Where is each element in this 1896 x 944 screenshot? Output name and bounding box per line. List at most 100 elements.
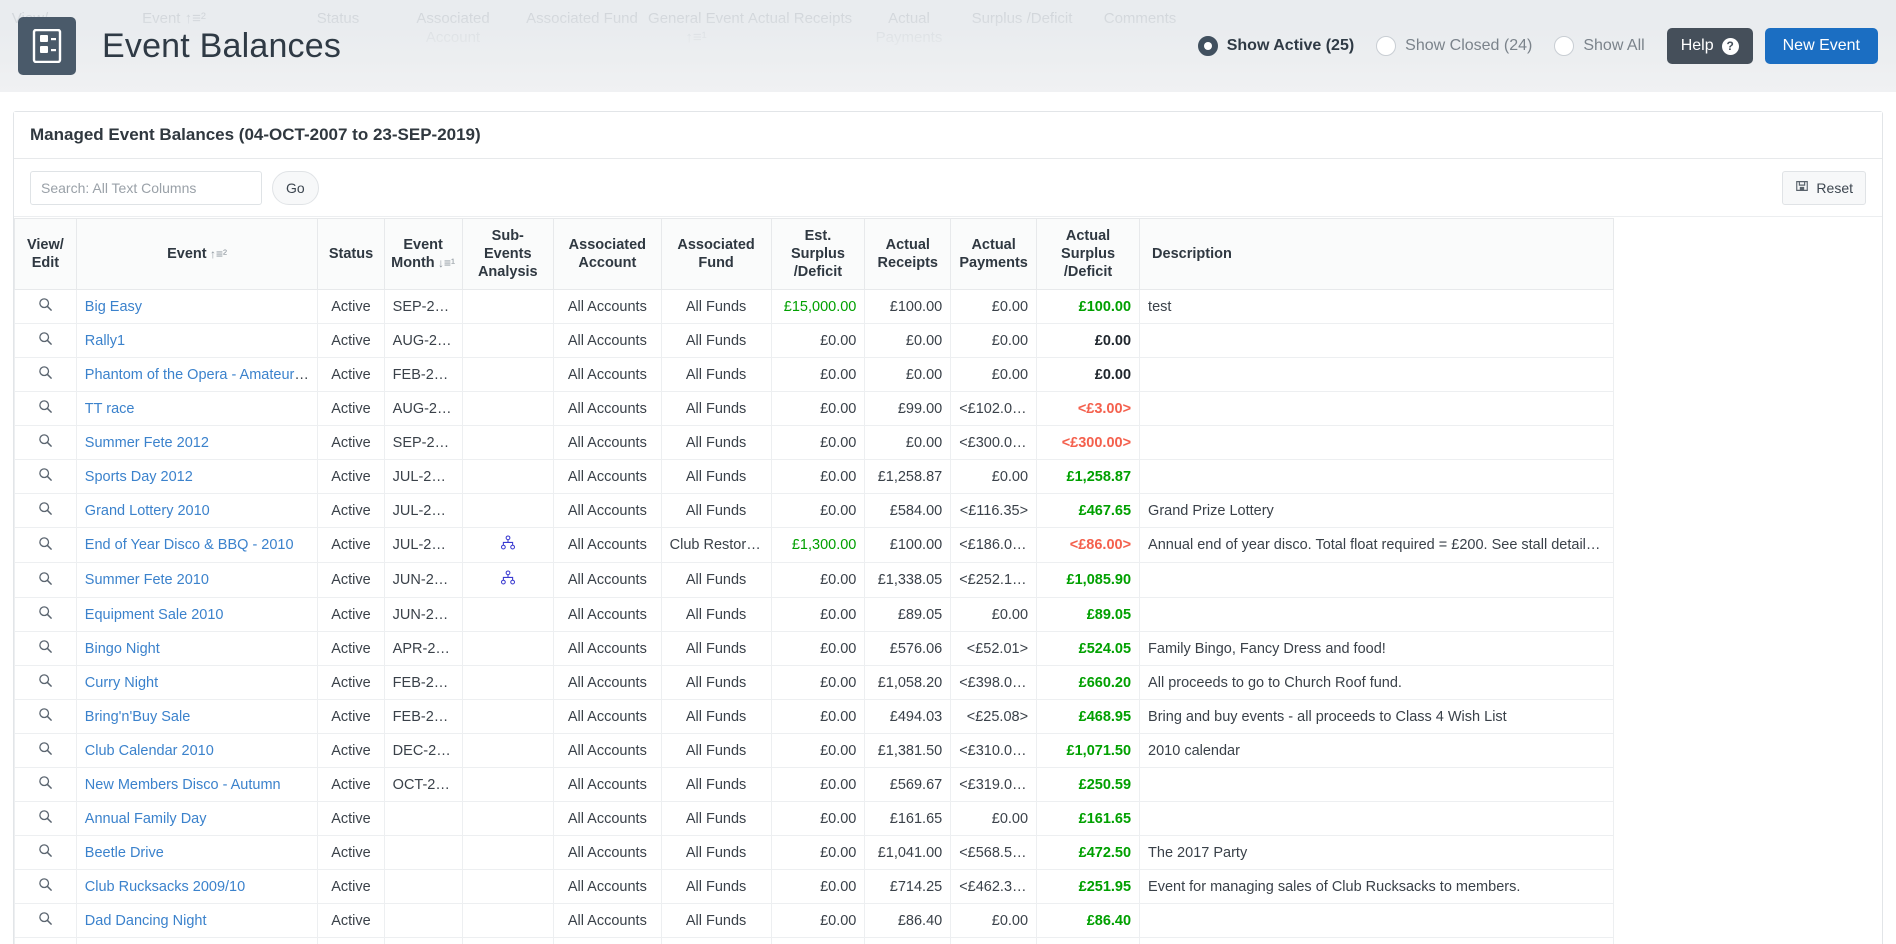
magnifier-icon[interactable] bbox=[38, 297, 53, 316]
event-link[interactable]: Rally1 bbox=[85, 333, 125, 349]
row-view-edit-cell[interactable] bbox=[14, 903, 77, 939]
row-view-edit-cell[interactable] bbox=[14, 391, 77, 427]
magnifier-icon[interactable] bbox=[38, 571, 53, 590]
row-event-cell[interactable]: Fashion Show 2017 bbox=[75, 937, 319, 944]
row-view-edit-cell[interactable] bbox=[14, 937, 77, 944]
row-view-edit-cell[interactable] bbox=[14, 665, 77, 701]
hierarchy-icon[interactable] bbox=[500, 570, 516, 590]
row-event-cell[interactable]: Rally1 bbox=[75, 323, 319, 359]
event-link[interactable]: TT race bbox=[85, 401, 135, 417]
row-view-edit-cell[interactable] bbox=[14, 631, 77, 667]
row-event-cell[interactable]: Bingo Night bbox=[75, 631, 319, 667]
magnifier-icon[interactable] bbox=[38, 775, 53, 794]
row-event-cell[interactable]: Equipment Sale 2010 bbox=[75, 597, 319, 633]
row-view-edit-cell[interactable] bbox=[14, 459, 77, 495]
row-event-cell[interactable]: Summer Fete 2010 bbox=[75, 562, 319, 599]
row-event-cell[interactable]: Sports Day 2012 bbox=[75, 459, 319, 495]
event-link[interactable]: End of Year Disco & BBQ - 2010 bbox=[85, 537, 294, 553]
column-header-pay[interactable]: Actual Payments bbox=[950, 218, 1038, 291]
row-sub-events-cell[interactable] bbox=[461, 527, 555, 564]
column-header-est[interactable]: Est. Surplus/Deficit bbox=[770, 218, 866, 291]
column-header-fund[interactable]: Associated Fund bbox=[660, 218, 772, 291]
event-link[interactable]: Club Calendar 2010 bbox=[85, 743, 214, 759]
column-header-desc[interactable]: Description bbox=[1139, 218, 1614, 291]
row-event-cell[interactable]: TT race bbox=[75, 391, 319, 427]
magnifier-icon[interactable] bbox=[38, 673, 53, 692]
event-link[interactable]: Bring'n'Buy Sale bbox=[85, 709, 191, 725]
row-event-cell[interactable]: Club Rucksacks 2009/10 bbox=[75, 869, 319, 905]
event-link[interactable]: New Members Disco - Autumn bbox=[85, 777, 281, 793]
help-button[interactable]: Help ? bbox=[1666, 28, 1753, 64]
column-header-rec[interactable]: Actual Receipts bbox=[864, 218, 952, 291]
row-event-cell[interactable]: End of Year Disco & BBQ - 2010 bbox=[75, 527, 319, 564]
row-event-cell[interactable]: Grand Lottery 2010 bbox=[75, 493, 319, 529]
event-link[interactable]: Summer Fete 2012 bbox=[85, 435, 209, 451]
magnifier-icon[interactable] bbox=[38, 639, 53, 658]
magnifier-icon[interactable] bbox=[38, 843, 53, 862]
row-event-cell[interactable]: Summer Fete 2012 bbox=[75, 425, 319, 461]
row-event-cell[interactable]: Phantom of the Opera - Amateur Night bbox=[75, 357, 319, 393]
event-link[interactable]: Annual Family Day bbox=[85, 811, 207, 827]
search-go-button[interactable]: Go bbox=[272, 170, 319, 205]
event-link[interactable]: Grand Lottery 2010 bbox=[85, 503, 210, 519]
row-event-cell[interactable]: Big Easy bbox=[75, 289, 319, 325]
row-view-edit-cell[interactable] bbox=[14, 357, 77, 393]
row-view-edit-cell[interactable] bbox=[14, 597, 77, 633]
row-view-edit-cell[interactable] bbox=[14, 562, 77, 599]
event-link[interactable]: Beetle Drive bbox=[85, 845, 164, 861]
row-event-cell[interactable]: Dad Dancing Night bbox=[75, 903, 319, 939]
event-link[interactable]: Dad Dancing Night bbox=[85, 913, 207, 929]
row-view-edit-cell[interactable] bbox=[14, 289, 77, 325]
hierarchy-icon[interactable] bbox=[500, 535, 516, 555]
report-table-scroll[interactable]: View/Edit Event ↑≡² Status Event Month ↓≡¹ Su… bbox=[14, 218, 1882, 944]
column-header-view[interactable]: View/Edit bbox=[14, 218, 77, 291]
row-view-edit-cell[interactable] bbox=[14, 699, 77, 735]
row-view-edit-cell[interactable] bbox=[14, 767, 77, 803]
row-event-cell[interactable]: Bring'n'Buy Sale bbox=[75, 699, 319, 735]
event-link[interactable]: Equipment Sale 2010 bbox=[85, 607, 224, 623]
row-view-edit-cell[interactable] bbox=[14, 493, 77, 529]
new-event-button[interactable]: New Event bbox=[1764, 28, 1878, 64]
magnifier-icon[interactable] bbox=[38, 399, 53, 418]
event-link[interactable]: Phantom of the Opera - Amateur Night bbox=[85, 367, 317, 383]
row-event-cell[interactable]: Beetle Drive bbox=[75, 835, 319, 871]
magnifier-icon[interactable] bbox=[38, 433, 53, 452]
column-header-acct[interactable]: Associated Account bbox=[553, 218, 662, 291]
row-view-edit-cell[interactable] bbox=[14, 425, 77, 461]
search-input[interactable] bbox=[30, 170, 262, 205]
row-view-edit-cell[interactable] bbox=[14, 323, 77, 359]
row-event-cell[interactable]: Annual Family Day bbox=[75, 801, 319, 837]
event-link[interactable]: Curry Night bbox=[85, 675, 158, 691]
reset-button[interactable]: Reset bbox=[1782, 170, 1866, 205]
row-view-edit-cell[interactable] bbox=[14, 869, 77, 905]
event-link[interactable]: Sports Day 2012 bbox=[85, 469, 193, 485]
row-event-cell[interactable]: Curry Night bbox=[75, 665, 319, 701]
column-header-status[interactable]: Status bbox=[317, 218, 385, 291]
magnifier-icon[interactable] bbox=[38, 707, 53, 726]
row-view-edit-cell[interactable] bbox=[14, 527, 77, 564]
row-event-cell[interactable]: New Members Disco - Autumn bbox=[75, 767, 319, 803]
radio-show-active[interactable]: Show Active (25) bbox=[1197, 36, 1354, 56]
row-view-edit-cell[interactable] bbox=[14, 733, 77, 769]
magnifier-icon[interactable] bbox=[38, 536, 53, 555]
column-header-asd[interactable]: Actual Surplus/Deficit bbox=[1036, 218, 1141, 291]
column-header-event[interactable]: Event ↑≡² bbox=[75, 218, 319, 291]
event-link[interactable]: Club Rucksacks 2009/10 bbox=[85, 879, 245, 895]
column-header-subev[interactable]: Sub-Events Analysis bbox=[461, 218, 555, 291]
event-link[interactable]: Big Easy bbox=[85, 299, 142, 315]
magnifier-icon[interactable] bbox=[38, 501, 53, 520]
row-view-edit-cell[interactable] bbox=[14, 801, 77, 837]
row-event-cell[interactable]: Club Calendar 2010 bbox=[75, 733, 319, 769]
event-link[interactable]: Summer Fete 2010 bbox=[85, 572, 209, 588]
magnifier-icon[interactable] bbox=[38, 467, 53, 486]
event-link[interactable]: Bingo Night bbox=[85, 641, 160, 657]
magnifier-icon[interactable] bbox=[38, 605, 53, 624]
radio-show-all[interactable]: Show All bbox=[1554, 36, 1645, 56]
radio-show-closed[interactable]: Show Closed (24) bbox=[1376, 36, 1532, 56]
magnifier-icon[interactable] bbox=[38, 877, 53, 896]
column-header-month[interactable]: Event Month ↓≡¹ bbox=[383, 218, 463, 291]
magnifier-icon[interactable] bbox=[38, 741, 53, 760]
magnifier-icon[interactable] bbox=[38, 331, 53, 350]
row-view-edit-cell[interactable] bbox=[14, 835, 77, 871]
row-sub-events-cell[interactable] bbox=[461, 562, 555, 599]
